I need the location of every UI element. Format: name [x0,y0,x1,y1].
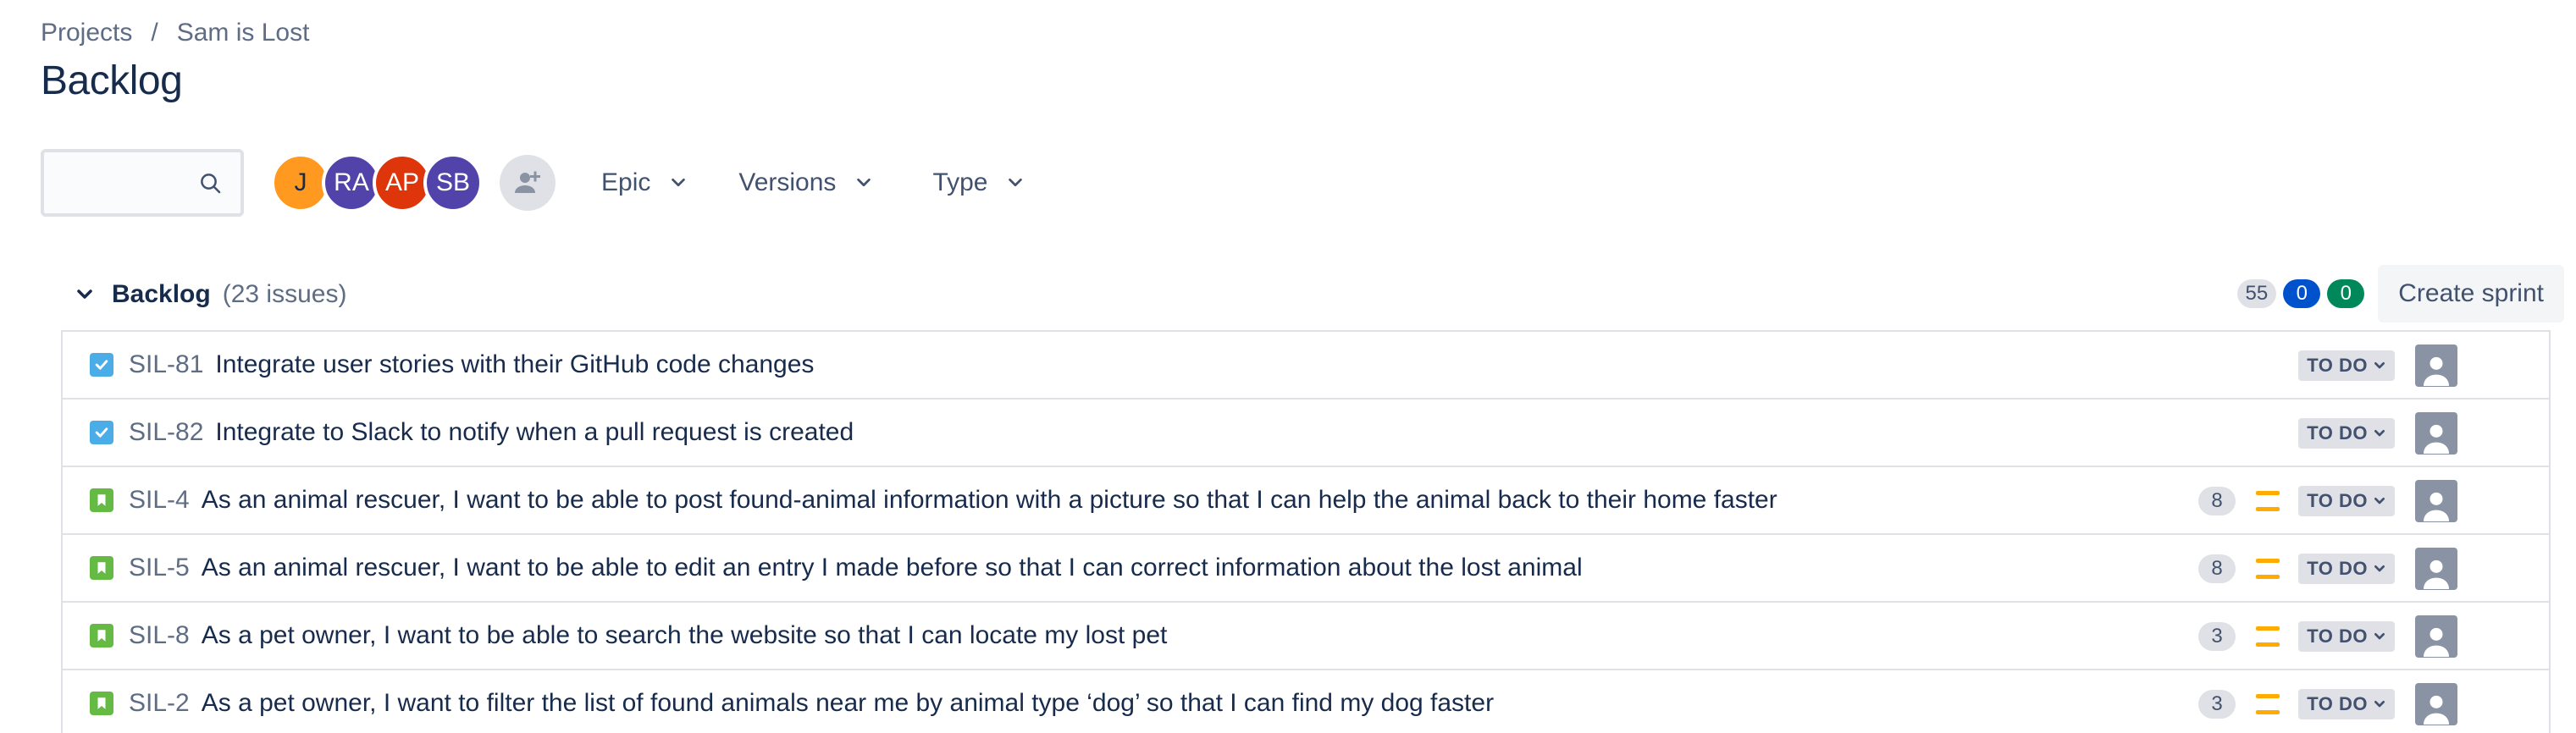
in-progress-points-badge: 0 [2283,279,2321,308]
issue-key[interactable]: SIL-8 [129,621,190,650]
issue-row[interactable]: SIL-82 Integrate to Slack to notify when… [63,400,2549,467]
story-icon [90,488,113,512]
search-box[interactable] [41,149,244,217]
story-points-badge: 8 [2198,487,2236,515]
type-filter[interactable]: Type [932,157,1025,208]
status-dropdown[interactable]: TO DO [2298,554,2395,584]
story-icon [90,556,113,580]
chevron-down-icon [857,178,871,187]
story-points-badge: 3 [2198,622,2236,651]
issue-meta: 8 TO DO [2176,467,2549,535]
done-points-badge: 0 [2327,279,2365,308]
status-label: TO DO [2307,490,2368,511]
issue-key[interactable]: SIL-2 [129,689,190,718]
story-points-badge: 8 [2198,554,2236,583]
breadcrumb-separator: / [151,19,158,47]
status-dropdown[interactable]: TO DO [2298,486,2395,516]
issue-summary: As an animal rescuer, I want to be able … [201,486,1777,514]
issue-meta: TO DO [2210,400,2549,467]
issue-row[interactable]: SIL-4 As an animal rescuer, I want to be… [63,467,2549,535]
add-person-icon [515,171,540,193]
chevron-down-icon [2374,701,2385,708]
issue-list: SIL-81 Integrate user stories with their… [61,330,2551,733]
issue-summary: As an animal rescuer, I want to be able … [201,554,1583,581]
page-title: Backlog [41,58,183,103]
status-label: TO DO [2307,693,2368,714]
task-icon [90,353,113,377]
issue-row[interactable]: SIL-5 As an animal rescuer, I want to be… [63,535,2549,603]
issue-row[interactable]: SIL-8 As a pet owner, I want to be able … [63,603,2549,670]
avatar-initials: J [294,168,307,196]
backlog-section-header[interactable]: Backlog (23 issues) [75,269,346,320]
versions-filter[interactable]: Versions [738,157,873,208]
status-dropdown[interactable]: TO DO [2298,689,2395,719]
avatar-initials: SB [435,168,471,196]
sprint-tools: 55 0 0 Create sprint [2231,265,2564,322]
chevron-down-icon [2374,633,2385,640]
filter-toolbar: J RA AP SB Epic Versions Type [41,149,1025,217]
avatar-initials: RA [334,168,369,196]
status-label: TO DO [2307,558,2368,579]
issue-meta: 8 TO DO [2176,535,2549,603]
unassigned-avatar-icon[interactable] [2415,548,2457,590]
versions-filter-label: Versions [738,168,837,196]
priority-medium-icon [2256,626,2280,647]
status-dropdown[interactable]: TO DO [2298,621,2395,652]
unassigned-avatar-icon[interactable] [2415,683,2457,725]
chevron-down-icon [2374,565,2385,572]
issue-key[interactable]: SIL-81 [129,350,203,379]
avatar-initials: AP [384,168,420,196]
issue-summary: Integrate to Slack to notify when a pull… [215,418,854,446]
chevron-down-icon [2374,362,2385,369]
priority-medium-icon [2256,559,2280,579]
issue-summary: Integrate user stories with their GitHub… [215,350,815,378]
backlog-title: Backlog [112,280,211,308]
issue-meta: TO DO [2210,332,2549,400]
status-label: TO DO [2307,355,2368,376]
issue-key[interactable]: SIL-4 [129,486,190,515]
issue-meta: 3 TO DO [2176,670,2549,733]
status-dropdown[interactable]: TO DO [2298,350,2395,381]
epic-filter[interactable]: Epic [601,157,688,208]
type-filter-label: Type [932,168,988,196]
issue-meta: 3 TO DO [2176,603,2549,670]
priority-medium-icon [2256,491,2280,511]
issue-summary: As a pet owner, I want to filter the lis… [201,689,1495,717]
epic-filter-label: Epic [601,168,651,196]
unassigned-avatar-icon[interactable] [2415,344,2457,387]
unassigned-avatar-icon[interactable] [2415,615,2457,658]
story-points-badge: 3 [2198,690,2236,719]
breadcrumb-project-link[interactable]: Sam is Lost [177,19,310,47]
issue-row[interactable]: SIL-81 Integrate user stories with their… [63,332,2549,400]
breadcrumb: Projects / Sam is Lost [41,19,309,47]
issue-key[interactable]: SIL-82 [129,418,203,447]
chevron-down-icon [672,178,686,187]
issue-summary: As a pet owner, I want to be able to sea… [201,621,1168,649]
chevron-down-icon [2374,430,2385,437]
status-dropdown[interactable]: TO DO [2298,418,2395,449]
search-input[interactable] [44,152,196,212]
search-icon [201,174,221,194]
priority-medium-icon [2256,694,2280,714]
story-icon [90,692,113,715]
todo-points-badge: 55 [2236,279,2277,308]
avatar[interactable]: SB [423,153,483,212]
story-icon [90,624,113,648]
status-label: TO DO [2307,422,2368,444]
unassigned-avatar-icon[interactable] [2415,480,2457,522]
backlog-issue-count: (23 issues) [222,280,347,308]
unassigned-avatar-icon[interactable] [2415,412,2457,455]
task-icon [90,421,113,444]
chevron-down-icon [1009,178,1023,187]
create-sprint-button[interactable]: Create sprint [2378,265,2564,322]
issue-row[interactable]: SIL-2 As a pet owner, I want to filter t… [63,670,2549,733]
status-label: TO DO [2307,626,2368,647]
add-person-button[interactable] [500,155,556,211]
chevron-down-icon[interactable] [75,284,95,305]
assignee-avatars: J RA AP SB [271,153,483,212]
issue-key[interactable]: SIL-5 [129,554,190,582]
chevron-down-icon [2374,498,2385,504]
breadcrumb-projects-link[interactable]: Projects [41,19,132,47]
